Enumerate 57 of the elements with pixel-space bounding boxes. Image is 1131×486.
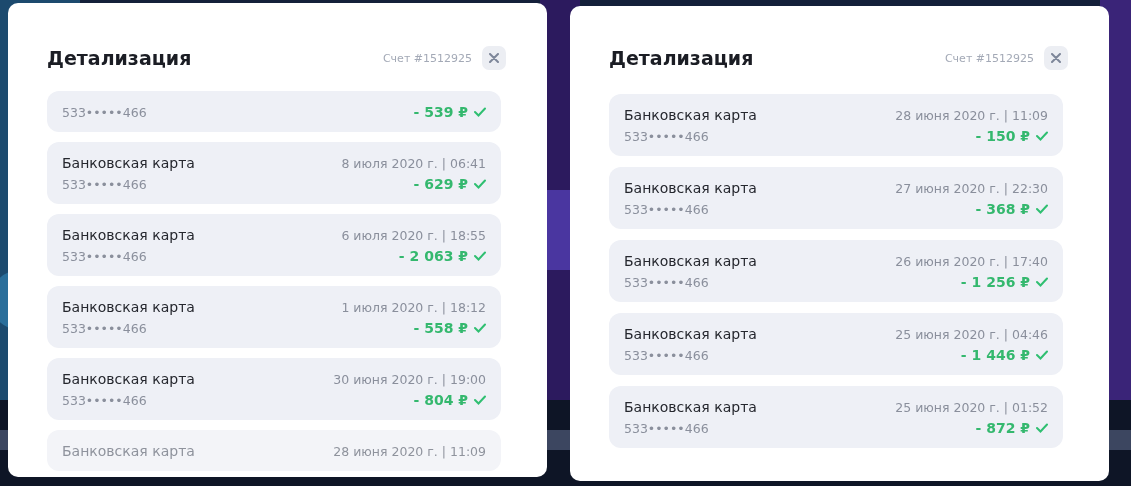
- payment-method: Банковская карта: [624, 399, 757, 415]
- amount: - 1 446 ₽: [960, 347, 1030, 363]
- payment-method: Банковская карта: [62, 299, 195, 315]
- amount: - 1 256 ₽: [960, 274, 1030, 290]
- transaction-date: 6 июля 2020 г. | 18:55: [341, 227, 486, 243]
- transaction-date: 30 июня 2020 г. | 19:00: [333, 371, 486, 387]
- payment-method: Банковская карта: [62, 371, 195, 387]
- amount: - 2 063 ₽: [398, 248, 468, 264]
- card-number: 533•••••466: [624, 420, 709, 436]
- payment-method: Банковская карта: [62, 155, 195, 171]
- close-icon: [489, 53, 499, 63]
- card-number: 533•••••466: [62, 104, 147, 120]
- transaction-card[interactable]: Банковская карта 27 июня 2020 г. | 22:30 533•••••466 - 368 ₽: [609, 167, 1063, 229]
- account-number: Счет #1512925: [944, 51, 1034, 65]
- amount: - 629 ₽: [413, 176, 468, 192]
- card-number: 533•••••466: [62, 176, 147, 192]
- payment-method: Банковская карта: [624, 326, 757, 342]
- card-number: 533•••••466: [624, 274, 709, 290]
- transaction-date: 25 июня 2020 г. | 04:46: [895, 326, 1048, 342]
- transaction-date: 28 июня 2020 г. | 11:09: [895, 107, 1048, 123]
- card-number: 533•••••466: [62, 320, 147, 336]
- amount: - 804 ₽: [413, 392, 468, 408]
- transaction-card[interactable]: Банковская карта 6 июля 2020 г. | 18:55 533•••••466 - 2 063 ₽: [47, 214, 501, 276]
- amount: - 150 ₽: [975, 128, 1030, 144]
- amount: - 872 ₽: [975, 420, 1030, 436]
- transaction-date: 25 июня 2020 г. | 01:52: [895, 399, 1048, 415]
- transaction-card[interactable]: Банковская карта 28 июня 2020 г. | 11:09 533•••••466 - 150 ₽: [609, 94, 1063, 156]
- card-number: 533•••••466: [624, 347, 709, 363]
- amount: - 368 ₽: [975, 201, 1030, 217]
- card-number: 533•••••466: [62, 392, 147, 408]
- payment-method: Банковская карта: [624, 107, 757, 123]
- payment-method: Банковская карта: [62, 227, 195, 243]
- transaction-card[interactable]: Банковская карта 26 июня 2020 г. | 17:40 533•••••466 - 1 256 ₽: [609, 240, 1063, 302]
- transaction-date: 27 июня 2020 г. | 22:30: [895, 180, 1048, 196]
- card-number: 533•••••466: [62, 248, 147, 264]
- transaction-date: 8 июля 2020 г. | 06:41: [341, 155, 486, 171]
- transaction-card[interactable]: Банковская карта 25 июня 2020 г. | 04:46 533•••••466 - 1 446 ₽: [609, 313, 1063, 375]
- transaction-card[interactable]: Банковская карта 25 июня 2020 г. | 01:52 533•••••466 - 872 ₽: [609, 386, 1063, 448]
- transaction-card[interactable]: Банковская карта 30 июня 2020 г. | 19:00 533•••••466 - 804 ₽: [47, 358, 501, 420]
- amount: - 539 ₽: [413, 104, 468, 120]
- payment-method: Банковская карта: [624, 180, 757, 196]
- transaction-card[interactable]: Банковская карта 8 июля 2020 г. | 06:41 533•••••466 - 629 ₽: [47, 142, 501, 204]
- payment-method: Банковская карта: [624, 253, 757, 269]
- account-number: Счет #1512925: [382, 51, 472, 65]
- card-number: 533•••••466: [624, 128, 709, 144]
- transaction-date: 28 июня 2020 г. | 11:09: [333, 443, 486, 459]
- close-button[interactable]: [482, 46, 506, 70]
- modal-title: Детализация: [47, 47, 193, 69]
- transaction-card[interactable]: Банковская карта 1 июля 2020 г. | 18:12 533•••••466 - 558 ₽: [47, 286, 501, 348]
- transaction-date: 26 июня 2020 г. | 17:40: [895, 253, 1048, 269]
- card-number: 533•••••466: [624, 201, 709, 217]
- close-button[interactable]: [1044, 46, 1068, 70]
- amount: - 558 ₽: [413, 320, 468, 336]
- transaction-date: 1 июля 2020 г. | 18:12: [341, 299, 486, 315]
- modal-title: Детализация: [609, 47, 755, 69]
- close-icon: [1051, 53, 1061, 63]
- payment-method: Банковская карта: [62, 443, 195, 459]
